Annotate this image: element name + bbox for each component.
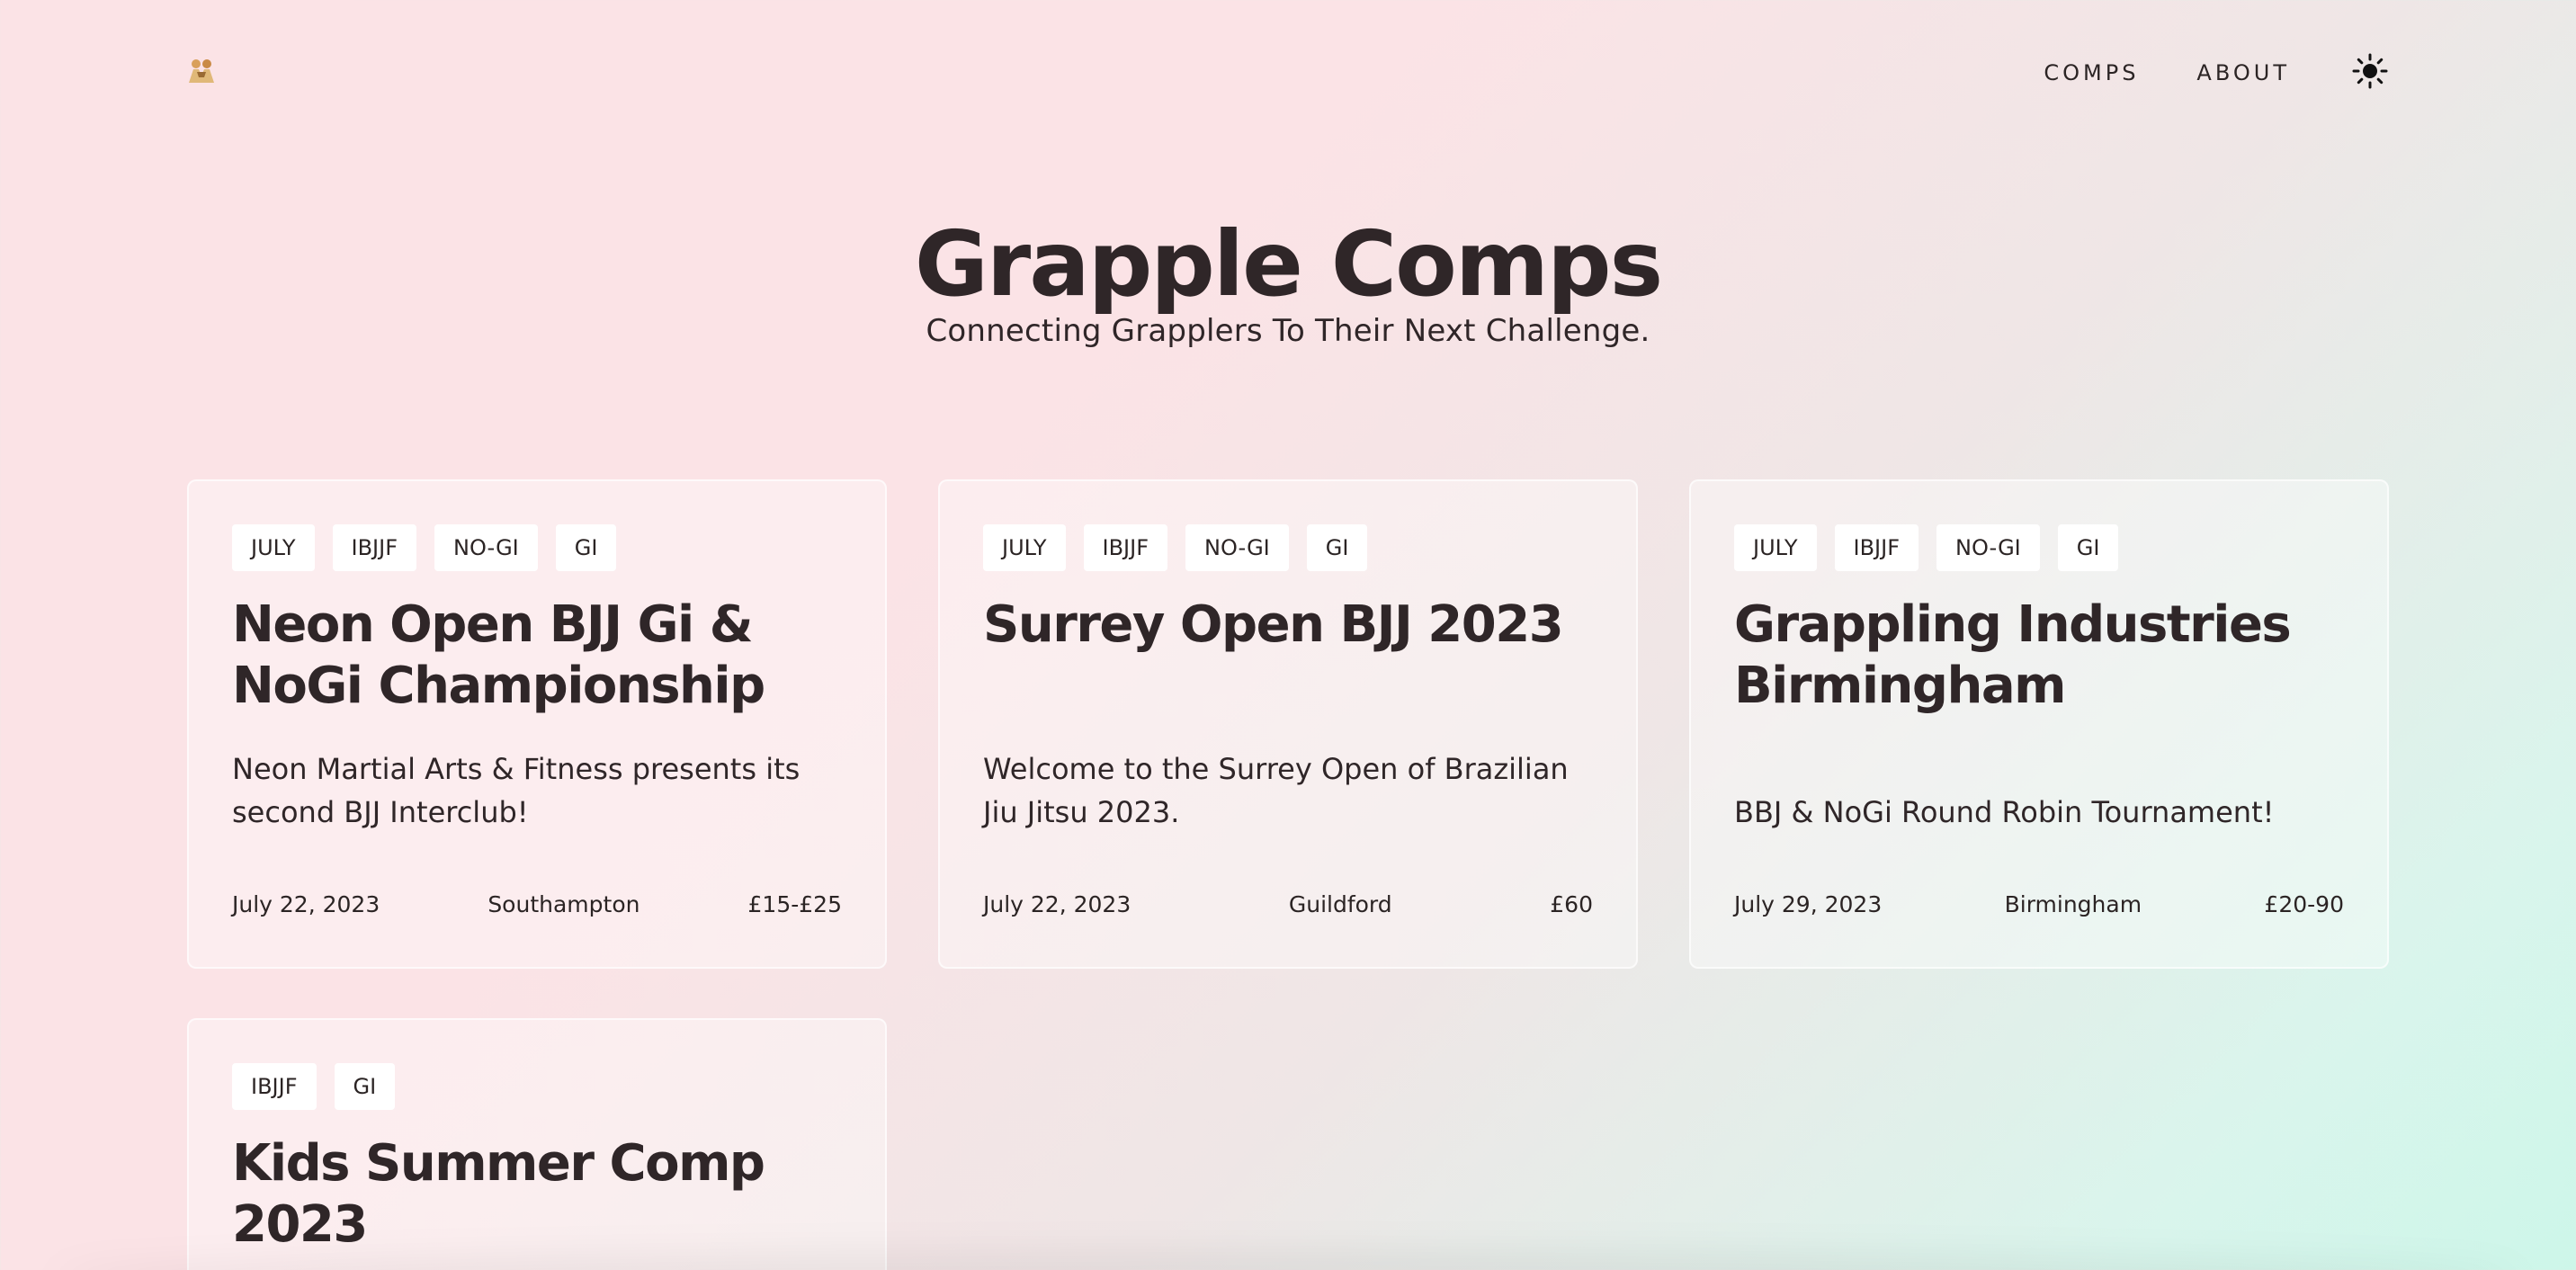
tag-federation[interactable]: IBJJF xyxy=(332,524,417,571)
tag-gi[interactable]: GI xyxy=(1306,524,1368,571)
card-title[interactable]: Grappling Industries Birmingham xyxy=(1734,595,2351,717)
nav-comps[interactable]: COMPS xyxy=(2044,60,2139,85)
tag-list: JULY IBJJF NO-GI GI xyxy=(232,524,634,571)
tag-nogi[interactable]: NO-GI xyxy=(434,524,538,571)
card-price: £60 xyxy=(1550,891,1593,917)
card-date: July 29, 2023 xyxy=(1734,891,1883,917)
competition-card[interactable]: JULY IBJJF NO-GI GI Neon Open BJJ Gi & N… xyxy=(187,479,887,969)
card-location: Southampton xyxy=(487,891,640,917)
card-location: Guildford xyxy=(1288,891,1392,917)
theme-toggle-button[interactable] xyxy=(2349,52,2391,94)
tag-federation[interactable]: IBJJF xyxy=(1083,524,1168,571)
card-date: July 22, 2023 xyxy=(232,891,380,917)
tag-list: IBJJF GI xyxy=(232,1063,413,1110)
card-title[interactable]: Neon Open BJJ Gi & NoGi Championship xyxy=(232,595,849,717)
tag-month[interactable]: JULY xyxy=(1734,524,1817,571)
card-meta: July 22, 2023 Guildford £60 xyxy=(983,891,1593,917)
hero: Grapple Comps Connecting Grapplers To Th… xyxy=(0,209,2576,349)
card-description: BBJ & NoGi Round Robin Tournament! xyxy=(1734,795,2275,829)
tag-nogi[interactable]: NO-GI xyxy=(1936,524,2040,571)
sun-icon xyxy=(2351,52,2389,94)
logo[interactable] xyxy=(185,57,218,89)
card-description: Neon Martial Arts & Fitness presents its… xyxy=(232,752,801,829)
card-meta: July 29, 2023 Birmingham £20-90 xyxy=(1734,891,2344,917)
card-location: Birmingham xyxy=(2004,891,2142,917)
tag-month[interactable]: JULY xyxy=(232,524,315,571)
tag-gi[interactable]: GI xyxy=(555,524,617,571)
tag-list: JULY IBJJF NO-GI GI xyxy=(983,524,1385,571)
tag-nogi[interactable]: NO-GI xyxy=(1185,524,1289,571)
tag-month[interactable]: JULY xyxy=(983,524,1066,571)
tag-federation[interactable]: IBJJF xyxy=(1834,524,1919,571)
competition-card[interactable]: JULY IBJJF NO-GI GI Surrey Open BJJ 2023… xyxy=(938,479,1638,969)
tag-gi[interactable]: GI xyxy=(2057,524,2119,571)
card-title[interactable]: Surrey Open BJJ 2023 xyxy=(983,595,1600,656)
page-title: Grapple Comps xyxy=(914,211,1663,317)
card-title[interactable]: Kids Summer Comp 2023 xyxy=(232,1133,849,1256)
top-navigation: COMPS ABOUT xyxy=(185,52,2391,94)
competition-card[interactable]: IBJJF GI Kids Summer Comp 2023 xyxy=(187,1018,887,1270)
tag-federation[interactable]: IBJJF xyxy=(232,1063,317,1110)
main-nav: COMPS ABOUT xyxy=(2044,52,2391,94)
page-subtitle: Connecting Grapplers To Their Next Chall… xyxy=(926,313,1650,349)
card-price: £20-90 xyxy=(2264,891,2344,917)
competition-card[interactable]: JULY IBJJF NO-GI GI Grappling Industries… xyxy=(1689,479,2389,969)
card-description: Welcome to the Surrey Open of Brazilian … xyxy=(983,752,1569,829)
nav-about[interactable]: ABOUT xyxy=(2196,60,2290,85)
grappling-figures-icon xyxy=(186,58,217,88)
card-meta: July 22, 2023 Southampton £15-£25 xyxy=(232,891,842,917)
tag-gi[interactable]: GI xyxy=(334,1063,396,1110)
tag-list: JULY IBJJF NO-GI GI xyxy=(1734,524,2136,571)
card-price: £15-£25 xyxy=(747,891,842,917)
card-date: July 22, 2023 xyxy=(983,891,1131,917)
